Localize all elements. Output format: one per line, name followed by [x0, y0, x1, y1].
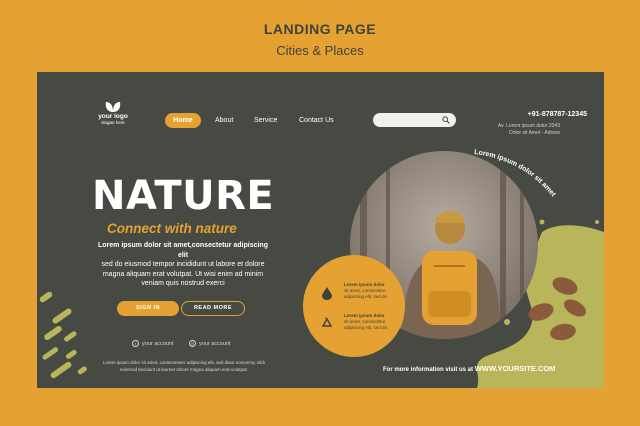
- facebook-account: your account: [142, 340, 174, 347]
- address-line-1: Av. Lorem ipsum dolor 2043: [497, 123, 560, 129]
- recycle-icon: [321, 317, 333, 327]
- info-item-2: Lorem ipsum dolor sit amet, consectetur …: [344, 313, 389, 331]
- svg-text:Lorem ipsum dolor sit amet: Lorem ipsum dolor sit amet: [474, 149, 557, 199]
- curved-caption: Lorem ipsum dolor sit amet: [474, 149, 557, 199]
- footer-text: Lorem ipsum dolor sit amet, consectetuer…: [102, 360, 266, 372]
- leaf-logo-icon: [105, 102, 121, 112]
- instagram-account: your account: [199, 340, 231, 347]
- nav-service[interactable]: Service: [254, 117, 277, 124]
- website-link[interactable]: WWW.YOURSITE.COM: [475, 364, 556, 373]
- leaves-illustration: [528, 277, 586, 341]
- hero-body: Lorem ipsum dolor sit amet,consectetur a…: [95, 241, 271, 289]
- search-input[interactable]: [373, 118, 437, 132]
- info-circle: [303, 255, 405, 357]
- phone-number: +91-878787-12345: [527, 111, 587, 118]
- hero-body-text: sed do eiusmod tempor incididunt ut labo…: [101, 261, 265, 287]
- nav-about[interactable]: About: [215, 117, 233, 124]
- instagram-link[interactable]: ◎ your account: [189, 340, 231, 347]
- water-drop-icon: [322, 287, 332, 300]
- sign-in-button[interactable]: SIGN IN: [117, 301, 179, 316]
- instagram-icon: ◎: [189, 340, 196, 347]
- read-more-button[interactable]: READ MORE: [181, 301, 245, 316]
- search-icon[interactable]: [442, 116, 450, 124]
- hero-title: NATURE: [92, 173, 275, 219]
- nav-home[interactable]: Home: [165, 113, 201, 128]
- landing-card: your logo slogan here Home About Service…: [37, 72, 604, 388]
- page-title: LANDING PAGE: [263, 21, 377, 37]
- info-item-2-text: sit amet, consectetur adipiscing elit, s…: [344, 319, 388, 330]
- facebook-icon: f: [132, 340, 139, 347]
- info-item-1: Lorem ipsum dolor sit amet, consectetur …: [344, 282, 389, 300]
- logo[interactable]: your logo slogan here: [93, 101, 133, 126]
- address: Av. Lorem ipsum dolor 2043 Dolor sit Ame…: [477, 123, 560, 137]
- logo-name: your logo: [98, 113, 128, 120]
- more-info: For more information visit us at WWW.YOU…: [383, 364, 556, 373]
- logo-slogan: slogan here: [101, 120, 125, 125]
- curved-text: Lorem ipsum dolor sit amet: [474, 149, 557, 199]
- facebook-link[interactable]: f your account: [132, 340, 174, 347]
- hero-body-bold: Lorem ipsum dolor sit amet,consectetur a…: [98, 242, 268, 259]
- search-bar: [373, 113, 456, 132]
- more-info-label: For more information visit us at: [383, 367, 474, 373]
- page-subtitle: Cities & Places: [276, 43, 364, 58]
- address-line-2: Dolor sit Amet - Adress: [509, 130, 560, 136]
- info-item-1-text: sit amet, consectetur adipiscing elit, s…: [344, 288, 388, 299]
- hero-subtitle: Connect with nature: [107, 221, 237, 236]
- nav-contact-us[interactable]: Contact Us: [299, 117, 334, 124]
